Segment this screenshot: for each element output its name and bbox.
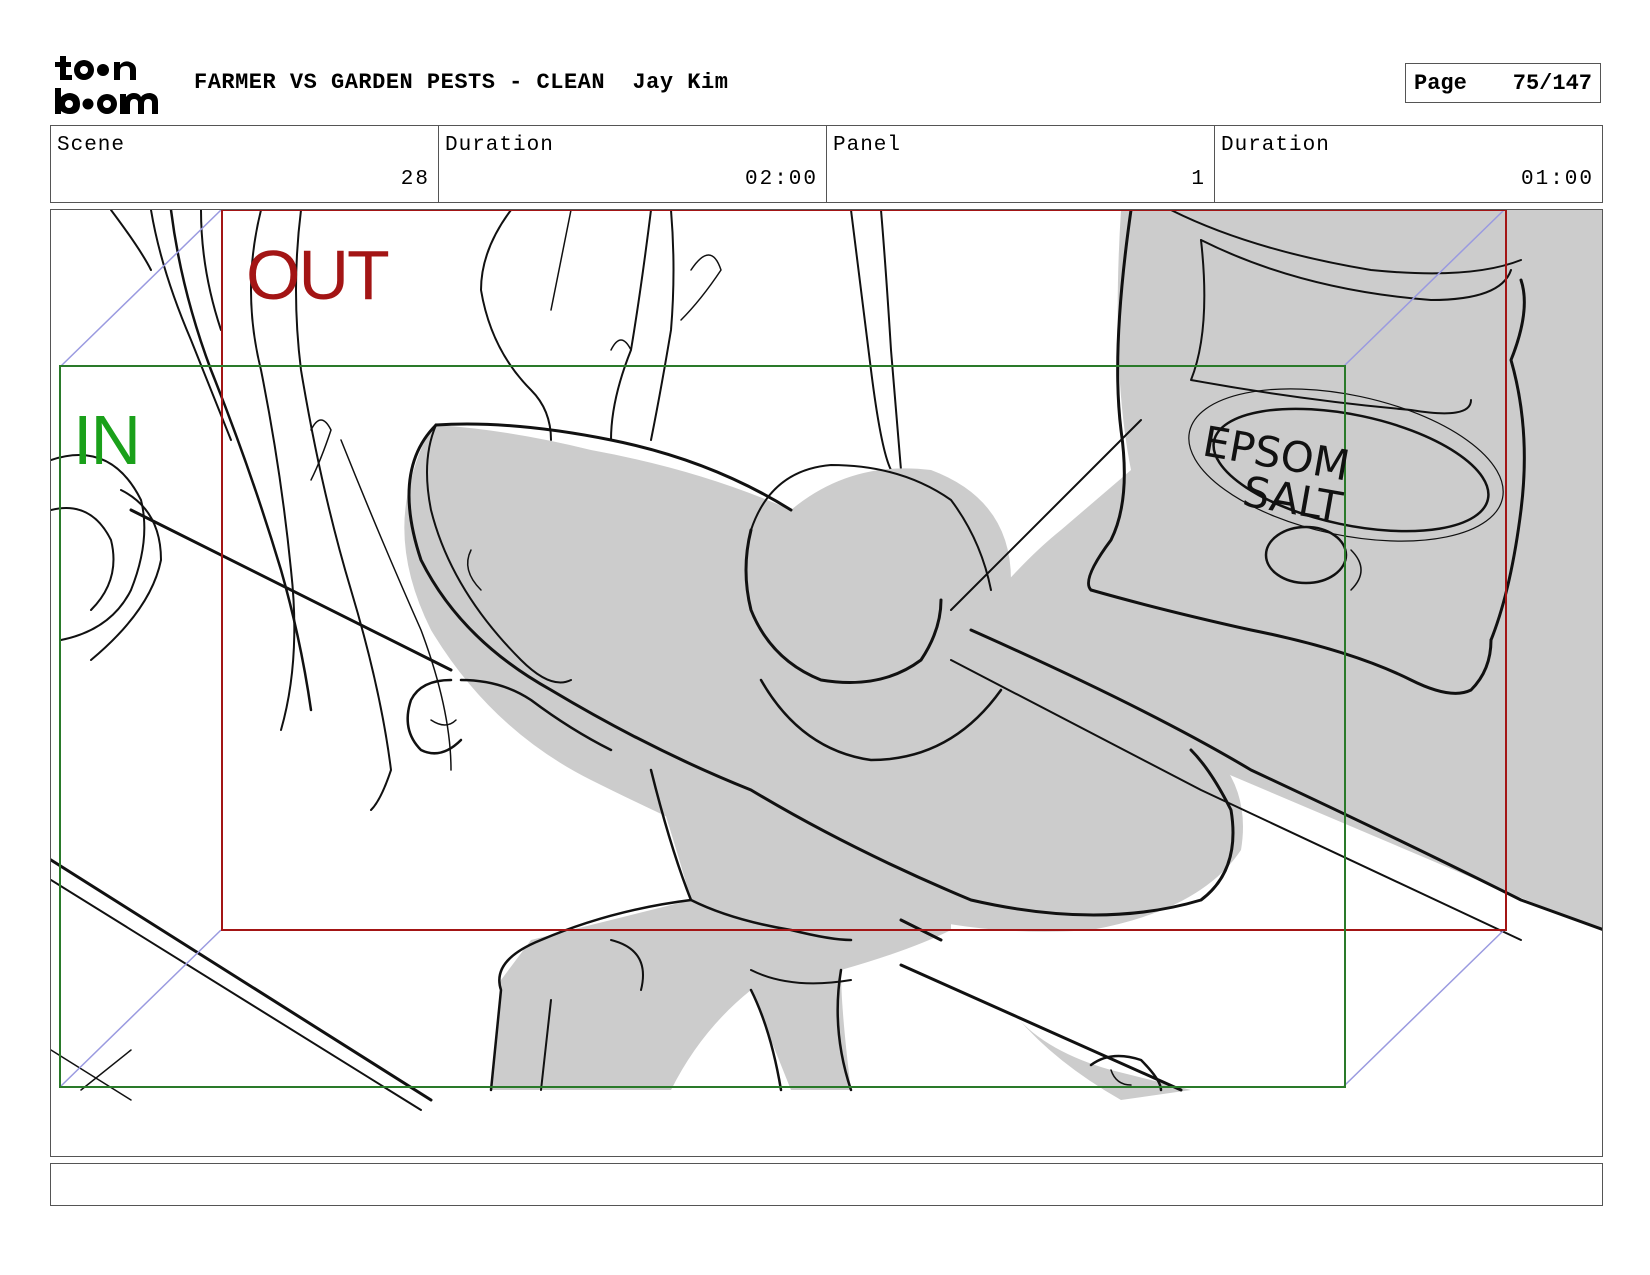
page-label: Page [1414, 70, 1467, 96]
panel-duration-label: Duration [1221, 134, 1330, 157]
scene-duration-label: Duration [445, 134, 554, 157]
camera-out-label: OUT [246, 236, 390, 314]
page-indicator: Page 75/147 [1405, 63, 1601, 103]
scene-duration-value: 02:00 [744, 168, 818, 191]
panel-cell: Panel 1 [827, 126, 1215, 202]
page-number: 75/147 [1512, 70, 1592, 96]
artist-name: Jay Kim [632, 70, 729, 95]
document-title: FARMER VS GARDEN PESTS - CLEAN Jay Kim [194, 70, 728, 95]
panel-label: Panel [833, 134, 902, 157]
scene-label: Scene [57, 134, 126, 157]
scene-duration-cell: Duration 02:00 [439, 126, 827, 202]
panel-sketch: EPSOM SALT [51, 210, 1602, 1111]
scene-cell: Scene 28 [51, 126, 439, 202]
panel-notes[interactable] [50, 1163, 1603, 1206]
camera-in-label: IN [73, 401, 141, 479]
project-title: FARMER VS GARDEN PESTS - CLEAN [194, 70, 606, 95]
panel-duration-value: 01:00 [1520, 168, 1594, 191]
info-row: Scene 28 Duration 02:00 Panel 1 Duration… [50, 125, 1603, 203]
panel-duration-cell: Duration 01:00 [1215, 126, 1602, 202]
toonboom-logo [54, 52, 172, 116]
storyboard-panel: EPSOM SALT OUT IN [50, 209, 1603, 1157]
scene-value: 28 [400, 168, 430, 191]
panel-value: 1 [1191, 168, 1206, 191]
